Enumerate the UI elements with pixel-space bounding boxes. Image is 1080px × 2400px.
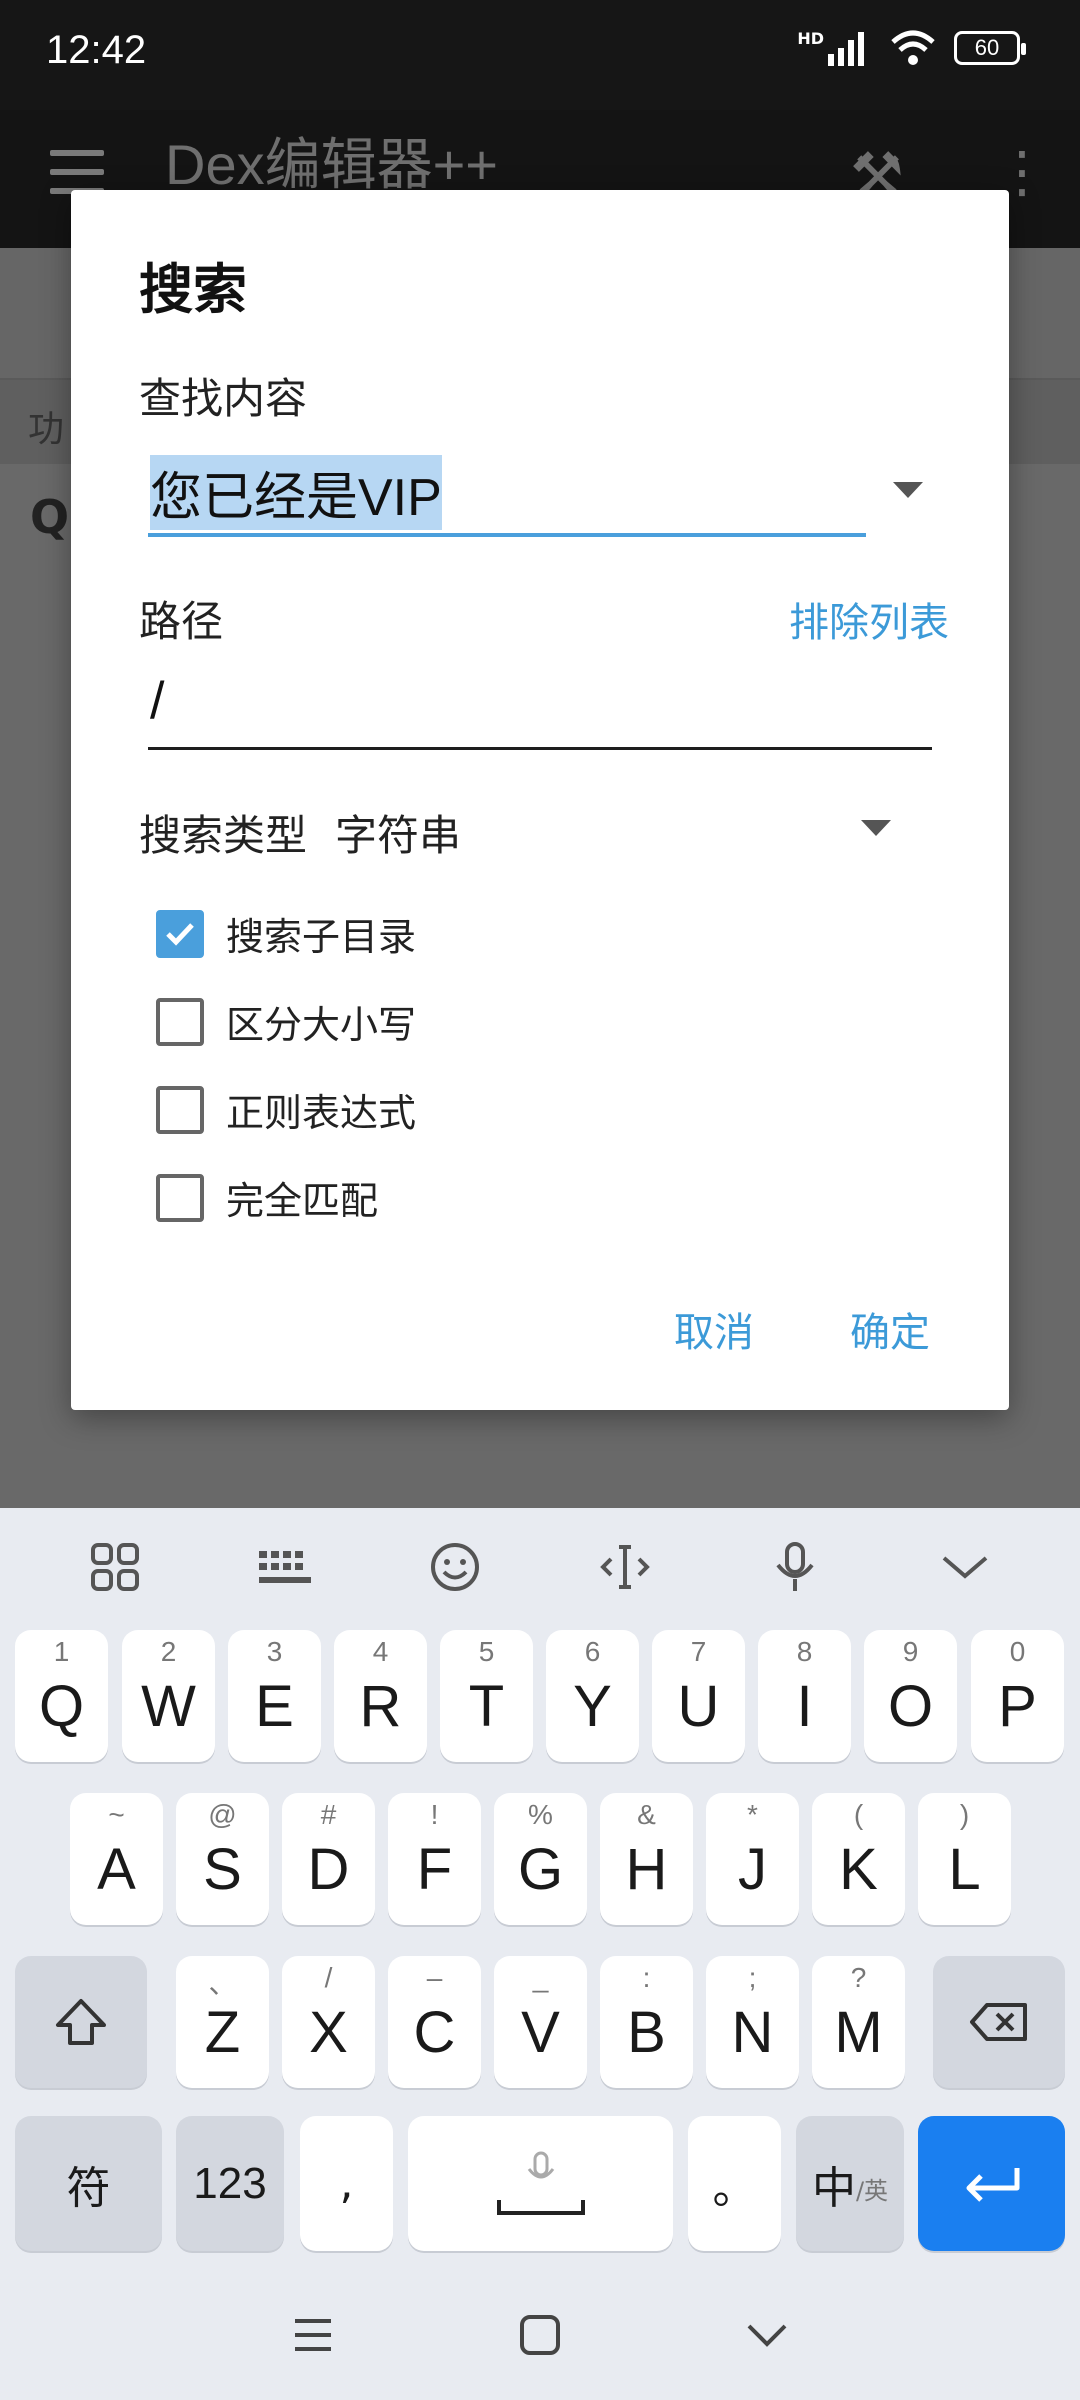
key-q[interactable]: 1Q xyxy=(15,1630,108,1762)
enter-icon xyxy=(966,2167,1019,2202)
ok-button[interactable]: 确定 xyxy=(850,1300,930,1358)
status-bar: 12:42 HD 60 xyxy=(0,0,1080,110)
key-s[interactable]: @ S xyxy=(176,1793,269,1925)
space-mic-icon xyxy=(527,2151,554,2178)
key-x[interactable]: / X xyxy=(282,1956,375,2088)
hd-label: HD xyxy=(797,28,824,48)
key-k[interactable]: (K xyxy=(812,1793,905,1925)
find-input-value: 您已经是VIP xyxy=(150,455,442,530)
key-v[interactable]: _ V xyxy=(494,1956,587,2088)
home-icon[interactable] xyxy=(518,2313,562,2357)
key-u[interactable]: 7U xyxy=(652,1630,745,1762)
key-z[interactable]: 、 Z xyxy=(176,1956,269,2088)
menu-icon[interactable] xyxy=(50,150,104,194)
path-label: 路径 xyxy=(139,597,224,646)
key-e[interactable]: 3E xyxy=(228,1630,321,1762)
status-time: 12:42 xyxy=(46,28,147,72)
enter-key[interactable] xyxy=(918,2116,1065,2251)
signal-icon xyxy=(828,32,864,66)
symbol-key[interactable]: 符 xyxy=(15,2116,162,2251)
checkbox-label: 搜索子目录 xyxy=(226,915,417,959)
checkbox-label: 区分大小写 xyxy=(226,1003,417,1047)
battery-icon: 60 xyxy=(954,31,1026,65)
checkbox-regex[interactable]: 正则表达式 xyxy=(156,1082,416,1137)
backspace-icon xyxy=(970,2003,1027,2041)
search-type-value[interactable]: 字符串 xyxy=(335,802,461,863)
collapse-keyboard-icon[interactable] xyxy=(930,1532,1000,1602)
shift-key[interactable] xyxy=(15,1956,147,2088)
cursor-move-icon[interactable] xyxy=(590,1532,660,1602)
key-a[interactable]: ~ A xyxy=(70,1793,163,1925)
key-l[interactable]: ) L xyxy=(918,1793,1011,1925)
key-i[interactable]: 8I xyxy=(758,1630,851,1762)
search-type-dropdown-icon[interactable] xyxy=(861,820,891,836)
soft-keyboard: 1Q 2W 3E 4R 5T 6Y 7U 8I 9O 0P ~ A @ S # D !… xyxy=(0,1508,1080,2400)
system-nav-bar xyxy=(0,2270,1080,2400)
find-history-dropdown-icon[interactable] xyxy=(893,482,923,498)
key-p[interactable]: 0P xyxy=(971,1630,1064,1762)
space-key[interactable] xyxy=(408,2116,673,2251)
back-icon[interactable] xyxy=(745,2320,789,2350)
key-r[interactable]: 4R xyxy=(334,1630,427,1762)
key-g[interactable]: % G xyxy=(494,1793,587,1925)
key-f[interactable]: ! F xyxy=(388,1793,481,1925)
checkbox-search-subdirs[interactable]: 搜索子目录 xyxy=(156,906,416,961)
apps-grid-icon[interactable] xyxy=(80,1532,150,1602)
find-input[interactable]: 您已经是VIP xyxy=(148,445,866,537)
checkbox-case-sensitive[interactable]: 区分大小写 xyxy=(156,994,416,1049)
app-title: Dex编辑器++ xyxy=(165,133,498,196)
find-label: 查找内容 xyxy=(139,374,308,423)
key-h[interactable]: & H xyxy=(600,1793,693,1925)
exclude-list-link[interactable]: 排除列表 xyxy=(789,590,949,648)
key-m[interactable]: ? M xyxy=(812,1956,905,2088)
key-b[interactable]: :B xyxy=(600,1956,693,2088)
keyboard-toolbar xyxy=(0,1508,1080,1626)
emoji-icon[interactable] xyxy=(420,1532,490,1602)
cancel-button[interactable]: 取消 xyxy=(674,1300,754,1358)
checkbox-unchecked-icon[interactable] xyxy=(156,1085,204,1134)
backspace-key[interactable] xyxy=(933,1956,1065,2088)
background-row-label: 功 xyxy=(28,409,65,450)
number-key[interactable]: 123 xyxy=(176,2116,284,2251)
path-input[interactable]: / xyxy=(148,655,932,750)
key-d[interactable]: # D xyxy=(282,1793,375,1925)
key-w[interactable]: 2W xyxy=(122,1630,215,1762)
checkbox-label: 正则表达式 xyxy=(226,1091,417,1135)
status-icons: HD 60 xyxy=(797,28,1026,66)
key-j[interactable]: * J xyxy=(706,1793,799,1925)
key-o[interactable]: 9O xyxy=(864,1630,957,1762)
wifi-icon xyxy=(891,30,935,65)
key-t[interactable]: 5T xyxy=(440,1630,533,1762)
key-c[interactable]: – C xyxy=(388,1956,481,2088)
checkbox-label: 完全匹配 xyxy=(226,1179,379,1223)
period-key[interactable]: 。 xyxy=(688,2116,781,2251)
comma-key[interactable]: , xyxy=(300,2116,393,2251)
recent-apps-icon[interactable] xyxy=(291,2315,335,2355)
language-switch-key[interactable]: 中/英 xyxy=(796,2116,904,2251)
background-search-icon: Q xyxy=(30,490,70,544)
key-y[interactable]: 6Y xyxy=(546,1630,639,1762)
search-type-label: 搜索类型 xyxy=(139,811,308,860)
keyboard-layout-icon[interactable] xyxy=(250,1532,320,1602)
checkbox-unchecked-icon[interactable] xyxy=(156,997,204,1046)
path-input-value: / xyxy=(150,672,165,730)
dialog-title: 搜索 xyxy=(139,258,247,321)
battery-level: 60 xyxy=(974,35,1000,60)
checkbox-checked-icon[interactable] xyxy=(156,909,204,958)
space-bar-icon xyxy=(496,2199,585,2215)
microphone-icon[interactable] xyxy=(760,1532,830,1602)
search-dialog: 搜索 查找内容 您已经是VIP 路径 排除列表 / 搜索类型 字符串 搜索子目录… xyxy=(71,190,1009,1410)
shift-icon xyxy=(56,1999,106,2045)
checkbox-unchecked-icon[interactable] xyxy=(156,1173,204,1222)
key-n[interactable]: ; N xyxy=(706,1956,799,2088)
checkbox-exact-match[interactable]: 完全匹配 xyxy=(156,1170,378,1225)
